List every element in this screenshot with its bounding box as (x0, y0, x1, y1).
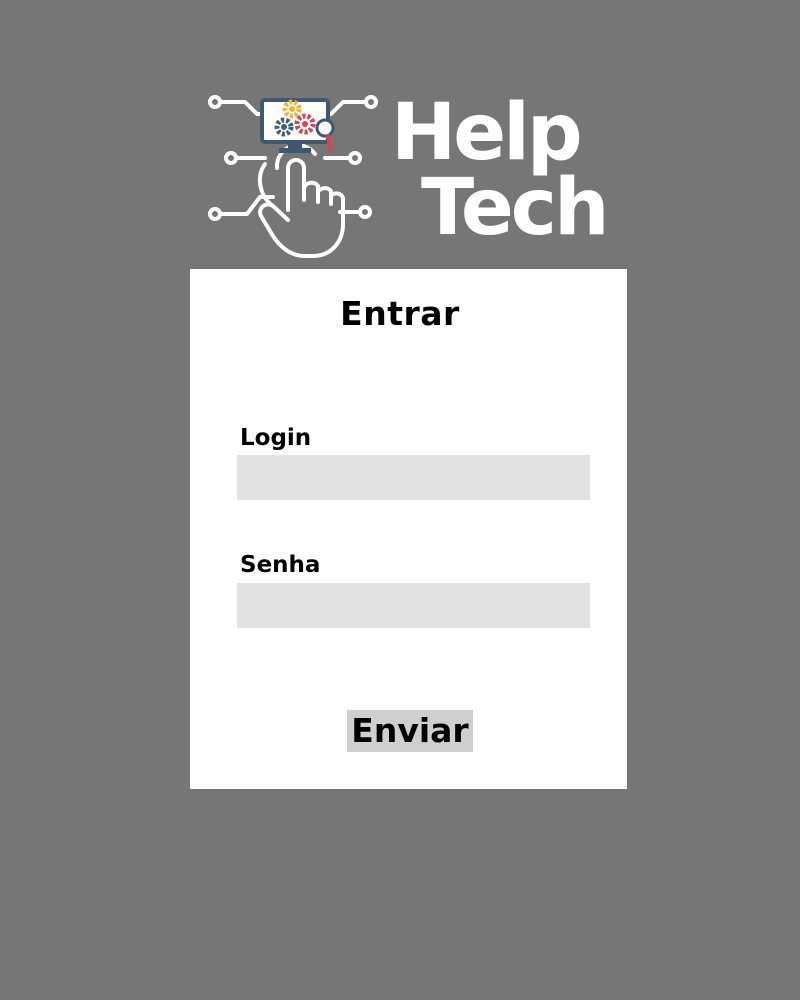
login-label: Login (240, 425, 312, 451)
submit-button[interactable]: Enviar (347, 710, 473, 752)
logo-text-tech: Tech (421, 163, 610, 253)
hand-pointer-monitor-gears-icon (208, 95, 378, 258)
senha-input[interactable] (237, 583, 590, 628)
senha-label: Senha (240, 552, 321, 578)
logo-text-help: Help (391, 88, 583, 178)
page-title: Entrar (340, 294, 460, 333)
help-tech-logo: Help Tech (205, 88, 610, 264)
logo-wordmark: Help Tech (391, 88, 610, 253)
login-input[interactable] (237, 455, 590, 500)
